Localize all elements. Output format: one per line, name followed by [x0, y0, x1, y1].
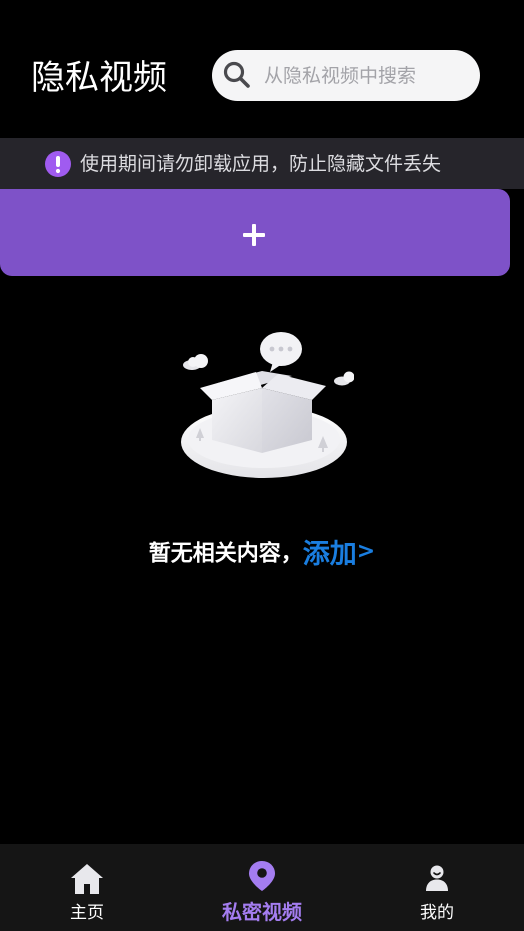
nav-item-mine[interactable]: 我的 — [350, 844, 524, 931]
search-input[interactable]: 从隐私视频中搜索 — [212, 50, 480, 101]
page-title: 隐私视频 — [31, 58, 167, 98]
exclamation-icon — [45, 151, 71, 177]
bottom-nav: 主页 私密视频 我的 — [0, 844, 524, 931]
search-icon — [223, 61, 250, 88]
header: 隐私视频 从隐私视频中搜索 — [0, 0, 524, 138]
home-icon — [71, 864, 103, 894]
empty-box-illustration — [181, 332, 354, 478]
screen: 隐私视频 从隐私视频中搜索 使用期间请勿卸载应用，防止隐藏文件丢失 暂无相关内容… — [0, 0, 524, 931]
search-placeholder: 从隐私视频中搜索 — [264, 65, 417, 87]
nav-label-private-videos: 私密视频 — [222, 900, 302, 924]
nav-item-private-videos[interactable]: 私密视频 — [175, 844, 349, 931]
plus-icon — [243, 224, 265, 246]
location-pin-icon — [249, 861, 275, 891]
nav-label-home: 主页 — [70, 903, 104, 923]
warning-text: 使用期间请勿卸载应用，防止隐藏文件丢失 — [80, 153, 442, 175]
empty-state-text: 暂无相关内容， — [148, 541, 303, 567]
nav-label-mine: 我的 — [420, 903, 454, 923]
add-link-arrow[interactable]: > — [357, 539, 375, 564]
empty-state: 暂无相关内容，添加> — [0, 532, 524, 571]
nav-item-home[interactable]: 主页 — [0, 844, 174, 931]
add-link[interactable]: 添加 — [303, 539, 357, 570]
person-icon — [426, 865, 448, 891]
